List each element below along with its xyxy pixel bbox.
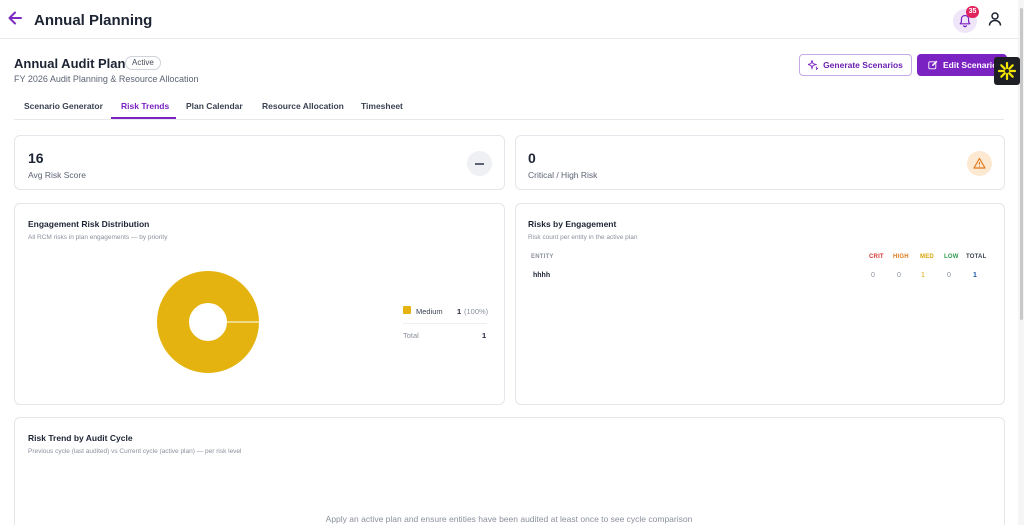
- total-count: 1: [973, 272, 977, 279]
- tab-resource-allocation[interactable]: Resource Allocation: [262, 101, 344, 111]
- column-header-total: TOTAL: [966, 254, 987, 260]
- sparkle-icon: [808, 60, 819, 70]
- column-header-high: HIGH: [893, 254, 909, 260]
- legend-swatch-medium: [403, 306, 411, 314]
- risks-by-engagement-title: Risks by Engagement: [528, 219, 617, 229]
- legend-divider: [403, 323, 487, 324]
- column-header-low: LOW: [944, 254, 959, 260]
- risk-trend-subtitle: Previous cycle (last audited) vs Current…: [28, 448, 242, 455]
- tab-plan-calendar[interactable]: Plan Calendar: [186, 101, 243, 111]
- risks-by-engagement-card: Risks by Engagement Risk count per entit…: [515, 203, 1005, 405]
- column-header-med: MED: [920, 254, 934, 260]
- top-bar: Annual Planning 35: [0, 0, 1022, 39]
- risk-trend-card: Risk Trend by Audit Cycle Previous cycle…: [14, 417, 1005, 525]
- risk-trend-title: Risk Trend by Audit Cycle: [28, 433, 133, 443]
- plan-subtitle: FY 2026 Audit Planning & Resource Alloca…: [14, 74, 199, 84]
- legend-label-medium: Medium: [416, 307, 443, 316]
- high-count: 0: [897, 272, 901, 279]
- status-badge: Active: [125, 56, 161, 70]
- risk-distribution-subtitle: All RCM risks in plan engagements — by p…: [28, 234, 168, 241]
- critical-high-value: 0: [528, 150, 536, 166]
- risk-trend-empty-message: Apply an active plan and ensure entities…: [325, 514, 693, 524]
- active-tab-indicator: [111, 117, 176, 119]
- warning-icon: [967, 151, 992, 176]
- column-header-entity: ENTITY: [531, 254, 554, 260]
- tab-scenario-generator[interactable]: Scenario Generator: [24, 101, 103, 111]
- tab-timesheet[interactable]: Timesheet: [361, 101, 403, 111]
- edit-scenario-label: Edit Scenario: [943, 60, 998, 70]
- avg-risk-label: Avg Risk Score: [28, 170, 86, 180]
- tab-bar: Scenario Generator Risk Trends Plan Cale…: [14, 94, 1004, 120]
- critical-high-card: 0 Critical / High Risk: [515, 135, 1005, 190]
- help-widget-button[interactable]: [994, 57, 1020, 85]
- user-profile-icon[interactable]: [987, 11, 1003, 27]
- app-title: Annual Planning: [34, 12, 153, 29]
- edit-icon: [928, 60, 938, 70]
- generate-scenarios-button[interactable]: Generate Scenarios: [799, 54, 912, 76]
- avg-risk-value: 16: [28, 150, 44, 166]
- scrollbar-thumb[interactable]: [1020, 8, 1023, 320]
- generate-scenarios-label: Generate Scenarios: [823, 60, 903, 70]
- plan-title: Annual Audit Plan: [14, 56, 126, 71]
- risk-distribution-card: Engagement Risk Distribution All RCM ris…: [14, 203, 505, 405]
- burst-icon: [997, 61, 1017, 81]
- critical-high-label: Critical / High Risk: [528, 170, 598, 180]
- back-arrow-icon[interactable]: [6, 9, 24, 29]
- minus-icon: [467, 151, 492, 176]
- med-count: 1: [921, 272, 925, 279]
- risks-by-engagement-subtitle: Risk count per entity in the active plan: [528, 234, 638, 241]
- avg-risk-card: 16 Avg Risk Score: [14, 135, 505, 190]
- column-header-crit: CRIT: [869, 254, 884, 260]
- entity-name: hhhh: [533, 272, 551, 279]
- notification-count-badge: 35: [966, 6, 979, 18]
- legend-total-label: Total: [403, 331, 419, 340]
- low-count: 0: [947, 272, 951, 279]
- legend-count-medium: 1: [457, 307, 462, 316]
- risk-distribution-title: Engagement Risk Distribution: [28, 219, 150, 229]
- crit-count: 0: [871, 272, 875, 279]
- legend-percent-medium: (100%): [464, 307, 489, 316]
- legend-total-value: 1: [482, 331, 487, 340]
- tab-risk-trends[interactable]: Risk Trends: [121, 101, 169, 111]
- risk-donut-chart: [157, 271, 259, 373]
